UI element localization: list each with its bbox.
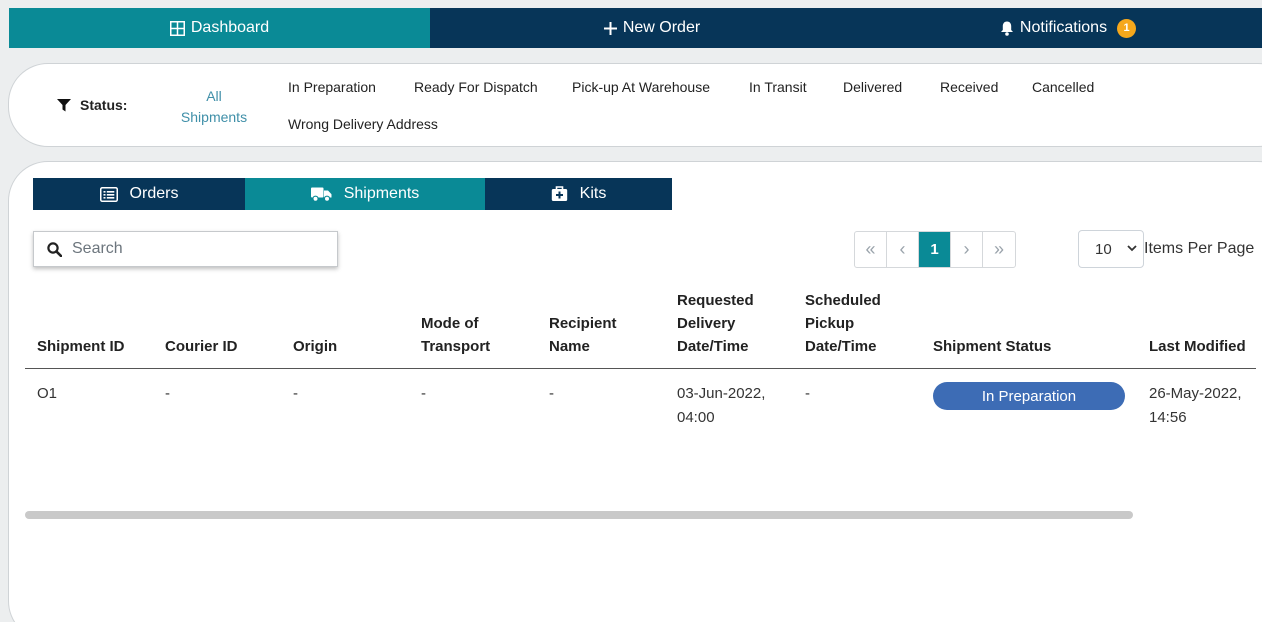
pagination-next-button[interactable]: › xyxy=(951,232,983,267)
cell-last-modified-time: 14:56 xyxy=(1149,409,1187,426)
nav-notifications-label: Notifications xyxy=(1019,19,1108,36)
table-header-divider xyxy=(25,368,1256,369)
pagination-prev-button[interactable]: ‹ xyxy=(887,232,919,267)
column-header-shipment-status[interactable]: Shipment Status xyxy=(933,335,1051,358)
cell-recipient-name: - xyxy=(549,385,554,402)
tab-orders[interactable]: Orders xyxy=(33,178,245,210)
list-icon xyxy=(99,186,118,202)
nav-notifications-button[interactable]: Notifications 1 xyxy=(874,8,1262,48)
search-icon xyxy=(47,241,62,257)
search-box xyxy=(33,231,338,267)
grid-icon xyxy=(169,20,185,36)
filter-icon xyxy=(57,98,71,111)
tab-orders-label: Orders xyxy=(129,185,179,202)
status-option-in-transit[interactable]: In Transit xyxy=(749,79,807,95)
status-option-all-shipments[interactable]: All Shipments xyxy=(171,86,257,128)
cell-requested-delivery: 03-Jun-2022, 04:00 xyxy=(677,382,765,430)
cell-mode-of-transport: - xyxy=(421,385,426,402)
column-header-shipment-id[interactable]: Shipment ID xyxy=(37,335,125,358)
header-requested-line1: Requested xyxy=(677,292,754,309)
search-input[interactable] xyxy=(72,240,322,258)
cell-requested-date: 03-Jun-2022, xyxy=(677,385,766,402)
header-scheduled-line1: Scheduled xyxy=(805,292,881,309)
status-label-text: Status: xyxy=(80,97,128,113)
status-option-received[interactable]: Received xyxy=(940,79,998,95)
column-header-courier-id[interactable]: Courier ID xyxy=(165,335,238,358)
status-option-ready-for-dispatch[interactable]: Ready For Dispatch xyxy=(414,79,538,95)
pagination-last-button[interactable]: » xyxy=(983,232,1015,267)
tab-kits-label: Kits xyxy=(579,185,607,202)
status-option-cancelled[interactable]: Cancelled xyxy=(1032,79,1094,95)
status-option-pickup-at-warehouse[interactable]: Pick-up At Warehouse xyxy=(572,79,710,95)
cell-scheduled-pickup: - xyxy=(805,385,810,402)
header-requested-line3: Date/Time xyxy=(677,338,749,355)
nav-new-order-label: New Order xyxy=(622,19,701,36)
horizontal-scrollbar[interactable] xyxy=(25,511,1133,519)
cell-last-modified: 26-May-2022, 14:56 xyxy=(1149,382,1242,430)
status-badge: In Preparation xyxy=(933,382,1125,410)
column-header-last-modified[interactable]: Last Modified xyxy=(1149,335,1246,358)
header-requested-line2: Delivery xyxy=(677,315,736,332)
truck-icon xyxy=(310,187,332,202)
column-header-scheduled-pickup[interactable]: Scheduled Pickup Date/Time xyxy=(805,289,881,358)
cell-last-modified-date: 26-May-2022, xyxy=(1149,385,1242,402)
view-tabs: Orders Shipments Kits xyxy=(33,178,672,210)
nav-dashboard-label: Dashboard xyxy=(190,19,270,36)
header-scheduled-line3: Date/Time xyxy=(805,338,877,355)
column-header-requested-delivery[interactable]: Requested Delivery Date/Time xyxy=(677,289,754,358)
header-recipient-line2: Name xyxy=(549,338,590,355)
items-per-page-label: Items Per Page xyxy=(1144,240,1255,257)
cell-courier-id: - xyxy=(165,385,170,402)
cell-requested-time: 04:00 xyxy=(677,409,715,426)
nav-new-order-button[interactable]: New Order xyxy=(430,8,874,48)
top-nav: Dashboard New Order Notifications 1 xyxy=(9,8,1262,48)
column-header-origin[interactable]: Origin xyxy=(293,335,337,358)
status-filter-bar: Status: All Shipments In Preparation Rea… xyxy=(8,63,1262,147)
plus-icon xyxy=(603,21,617,35)
status-option-delivered[interactable]: Delivered xyxy=(843,79,902,95)
tab-shipments[interactable]: Shipments xyxy=(245,178,485,210)
pagination-page-button[interactable]: 1 xyxy=(919,232,951,267)
status-option-in-preparation[interactable]: In Preparation xyxy=(288,79,376,95)
medkit-icon xyxy=(551,186,567,201)
status-option-wrong-delivery-address[interactable]: Wrong Delivery Address xyxy=(288,116,438,132)
notification-count-badge: 1 xyxy=(1117,18,1137,38)
nav-dashboard-button[interactable]: Dashboard xyxy=(9,8,430,48)
items-per-page-select[interactable]: 10 xyxy=(1078,230,1144,268)
header-scheduled-line2: Pickup xyxy=(805,315,855,332)
status-all-line1: All xyxy=(206,88,222,104)
status-all-line2: Shipments xyxy=(180,109,248,125)
column-header-recipient-name[interactable]: Recipient Name xyxy=(549,312,617,358)
header-mode-line2: Transport xyxy=(421,338,491,355)
pagination-first-button[interactable]: « xyxy=(855,232,887,267)
items-per-page-value: 10 xyxy=(1095,240,1112,258)
cell-origin: - xyxy=(293,385,298,402)
tab-kits[interactable]: Kits xyxy=(485,178,672,210)
status-filter-label: Status: xyxy=(57,97,127,113)
chevron-down-icon xyxy=(1127,245,1137,252)
cell-shipment-id: O1 xyxy=(37,385,58,402)
column-header-mode-of-transport[interactable]: Mode of Transport xyxy=(421,312,490,358)
tab-shipments-label: Shipments xyxy=(343,185,420,202)
header-mode-line1: Mode of xyxy=(421,315,479,332)
header-recipient-line1: Recipient xyxy=(549,315,617,332)
bell-icon xyxy=(1000,21,1013,36)
pagination: « ‹ 1 › » xyxy=(854,231,1016,268)
